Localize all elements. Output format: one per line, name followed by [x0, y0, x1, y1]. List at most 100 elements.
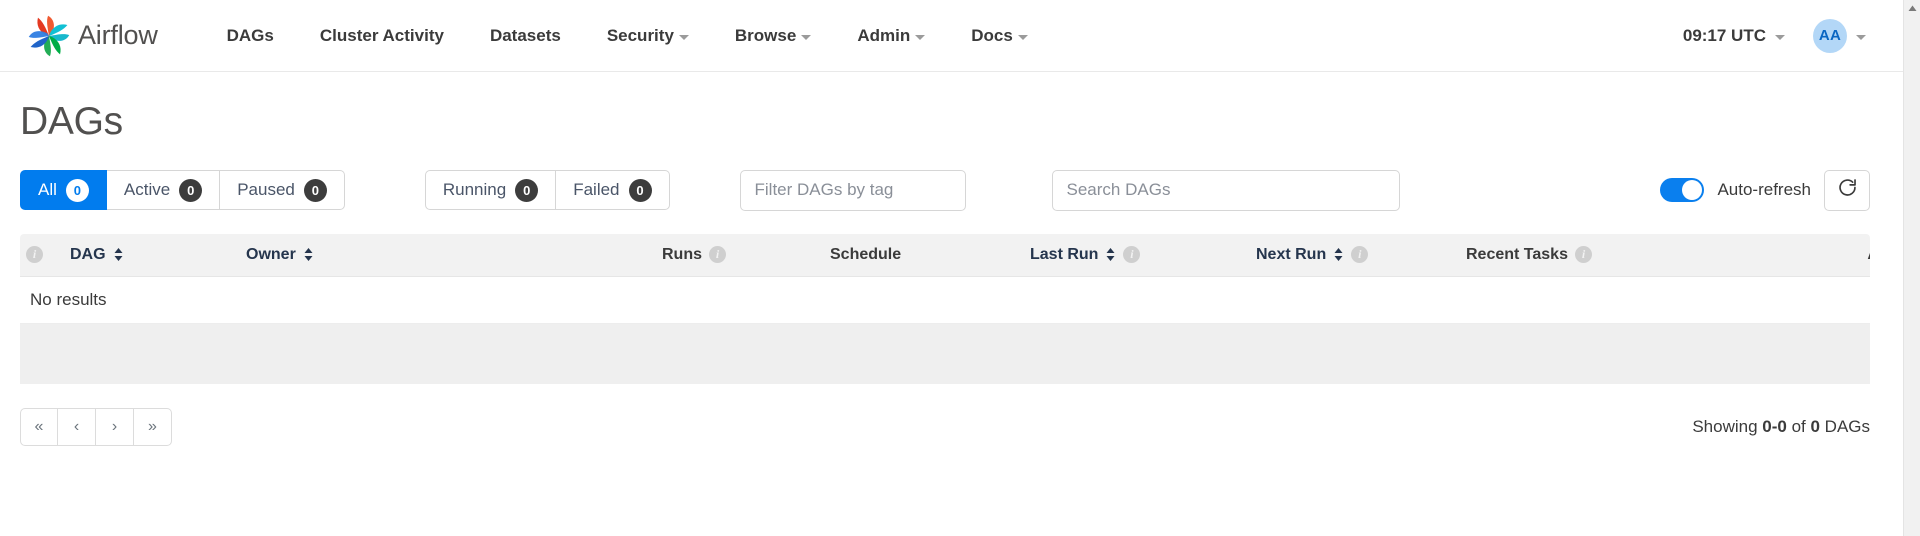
- nav-item-admin[interactable]: Admin: [834, 16, 948, 56]
- filter-tab-all[interactable]: All 0: [20, 170, 107, 210]
- status-badge: 0: [515, 178, 539, 202]
- table-header-last-run[interactable]: Last Run i: [1024, 234, 1250, 277]
- chevron-down-icon: [1775, 34, 1785, 40]
- first-page-button[interactable]: «: [20, 407, 58, 446]
- filter-tab-label: All: [38, 180, 57, 199]
- tag-filter-input[interactable]: [739, 169, 966, 211]
- table-footer-area: [20, 323, 1870, 384]
- column-label: Schedule: [830, 245, 902, 263]
- status-badge: 0: [65, 178, 89, 202]
- chevron-down-icon: [801, 34, 812, 40]
- user-menu[interactable]: AA: [1795, 11, 1870, 61]
- dags-table: i DAG Owner Runs i Schedule Last Run i N…: [20, 234, 1870, 324]
- showing-count: Showing 0-0 of 0 DAGs: [1692, 417, 1870, 437]
- info-icon[interactable]: i: [709, 246, 726, 264]
- chevron-down-icon: [1856, 34, 1866, 40]
- current-time-label: 09:17 UTC: [1682, 25, 1766, 45]
- scrollbar-thumb[interactable]: [1905, 17, 1920, 137]
- page-content: DAGs All 0 Active 0 Paused 0 Running 0 F…: [0, 100, 1920, 446]
- info-icon[interactable]: i: [1574, 246, 1592, 264]
- table-header-info: i: [20, 234, 64, 277]
- nav-item-security[interactable]: Security: [584, 16, 712, 56]
- table-header-recent-tasks: Recent Tasks i: [1460, 234, 1812, 277]
- brand-name: Airflow: [78, 20, 158, 50]
- auto-refresh-controls: Auto-refresh: [1660, 169, 1896, 211]
- filter-tab-label: Running: [442, 180, 507, 199]
- status-badge: 0: [179, 178, 203, 202]
- column-label: Last Run: [1030, 245, 1099, 263]
- nav-item-label: Admin: [857, 25, 911, 45]
- nav-item-browse[interactable]: Browse: [712, 16, 834, 56]
- table-header-next-run[interactable]: Next Run i: [1250, 234, 1460, 277]
- table-header-runs: Runs i: [656, 234, 824, 277]
- pagination-controls: « ‹ › »: [20, 407, 172, 446]
- nav-item-cluster-activity[interactable]: Cluster Activity: [297, 16, 467, 56]
- status-badge: 0: [303, 178, 327, 202]
- empty-message: No results: [20, 276, 1870, 324]
- filter-tab-running[interactable]: Running 0: [424, 170, 557, 210]
- chevron-down-icon: [915, 34, 926, 40]
- pagination-row: « ‹ › » Showing 0-0 of 0 DAGs: [20, 407, 1896, 446]
- showing-prefix: Showing: [1692, 416, 1763, 436]
- info-icon[interactable]: i: [1351, 246, 1369, 264]
- chevron-down-icon: [1017, 34, 1028, 40]
- column-label: Actions: [1867, 246, 1870, 264]
- sort-icon[interactable]: [113, 247, 124, 262]
- chevron-down-icon: [678, 34, 689, 40]
- filter-tab-failed[interactable]: Failed 0: [556, 170, 670, 210]
- nav-item-label: Datasets: [489, 25, 561, 45]
- filter-tab-paused[interactable]: Paused 0: [220, 170, 345, 210]
- column-label: Runs: [662, 245, 702, 263]
- table-header-dag[interactable]: DAG: [64, 234, 240, 277]
- scroll-up-arrow-icon[interactable]: [1904, 0, 1920, 17]
- top-navigation-bar: Airflow DAGs Cluster Activity Datasets S…: [0, 0, 1920, 72]
- table-header-owner[interactable]: Owner: [240, 234, 656, 277]
- filter-tab-label: Paused: [237, 180, 295, 199]
- nav-item-label: DAGs: [226, 25, 274, 45]
- info-icon[interactable]: i: [1123, 246, 1141, 264]
- showing-range: 0-0: [1762, 416, 1787, 436]
- column-label: DAG: [70, 245, 106, 263]
- page-title: DAGs: [20, 100, 123, 143]
- nav-item-docs[interactable]: Docs: [948, 16, 1051, 56]
- table-empty-row: No results: [20, 276, 1870, 324]
- column-label: Recent Tasks: [1466, 245, 1568, 263]
- filter-tab-label: Failed: [573, 180, 620, 199]
- nav-item-label: Browse: [734, 25, 797, 45]
- last-page-button[interactable]: »: [134, 407, 172, 446]
- sort-icon[interactable]: [1105, 247, 1116, 262]
- table-header-row: i DAG Owner Runs i Schedule Last Run i N…: [20, 234, 1870, 277]
- avatar: AA: [1813, 18, 1847, 53]
- filter-tab-label: Active: [123, 180, 171, 199]
- sort-icon[interactable]: [303, 247, 314, 262]
- nav-item-label: Security: [606, 25, 674, 45]
- nav-item-label: Docs: [971, 25, 1013, 45]
- nav-item-dags[interactable]: DAGs: [204, 16, 297, 56]
- auto-refresh-label: Auto-refresh: [1717, 180, 1811, 199]
- showing-middle: of: [1786, 416, 1811, 436]
- nav-item-label: Cluster Activity: [319, 25, 444, 45]
- refresh-icon: [1837, 177, 1858, 203]
- showing-suffix: DAGs: [1819, 416, 1870, 436]
- table-header-actions: Actions: [1812, 234, 1870, 277]
- table-header-schedule: Schedule: [824, 234, 1024, 277]
- status-badge: 0: [628, 178, 652, 202]
- info-icon[interactable]: i: [26, 246, 43, 264]
- dag-filter-toolbar: All 0 Active 0 Paused 0 Running 0 Failed…: [20, 169, 1896, 211]
- status-filter-group: All 0 Active 0 Paused 0: [20, 170, 345, 210]
- refresh-button[interactable]: [1824, 169, 1870, 211]
- navbar-right-section: 09:17 UTC AA: [1677, 11, 1896, 61]
- next-page-button[interactable]: ›: [96, 407, 134, 446]
- auto-refresh-toggle[interactable]: [1660, 178, 1705, 202]
- filter-tab-active[interactable]: Active 0: [106, 170, 221, 210]
- timezone-selector[interactable]: 09:17 UTC: [1677, 18, 1791, 54]
- sort-icon[interactable]: [1333, 247, 1344, 262]
- vertical-scrollbar[interactable]: [1903, 0, 1920, 536]
- previous-page-button[interactable]: ‹: [58, 407, 96, 446]
- column-label: Owner: [246, 245, 296, 263]
- airflow-home-link[interactable]: Airflow: [26, 13, 158, 59]
- airflow-pinwheel-logo-icon: [26, 13, 72, 59]
- nav-item-datasets[interactable]: Datasets: [467, 16, 584, 56]
- search-input[interactable]: [1051, 169, 1400, 211]
- column-label: Next Run: [1256, 245, 1327, 263]
